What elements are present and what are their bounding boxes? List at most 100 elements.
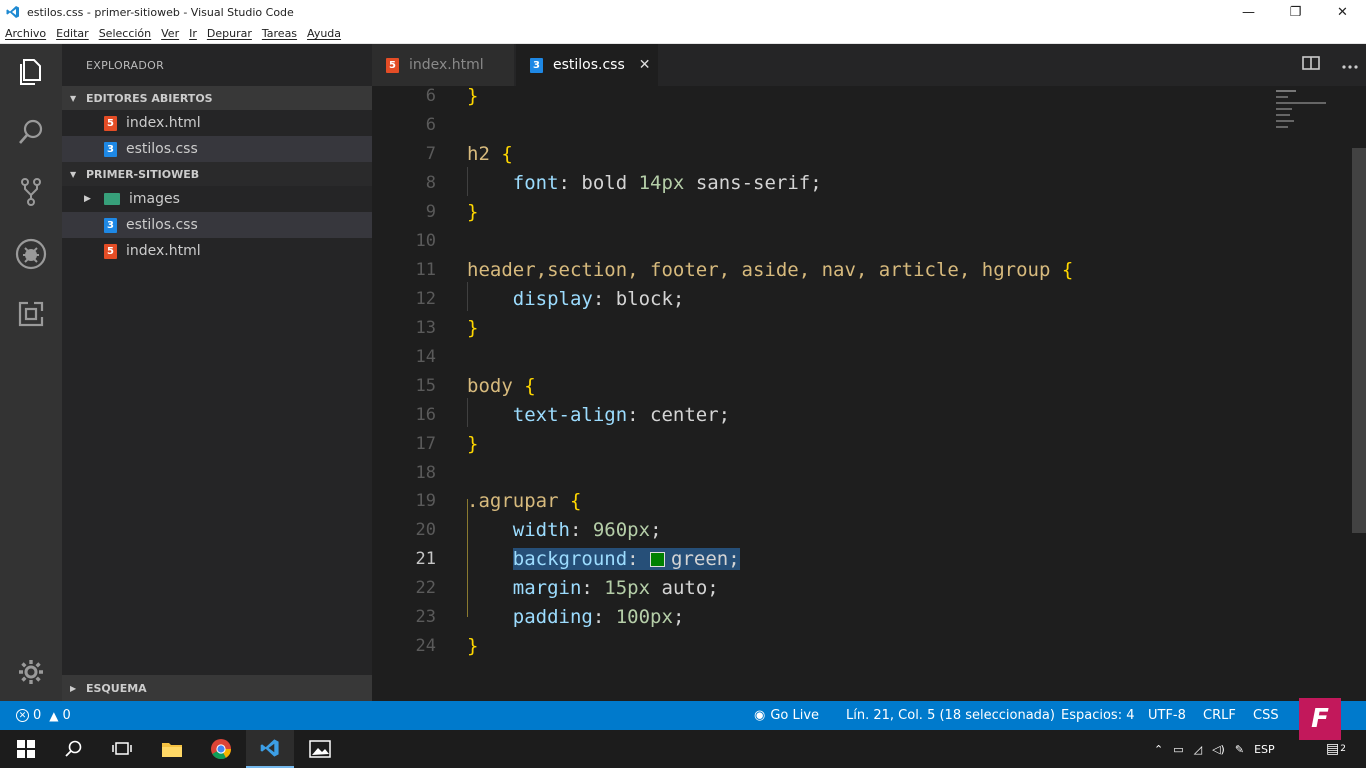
vscode-taskbar-button[interactable] xyxy=(246,730,294,768)
menu-archivo[interactable]: Archivo xyxy=(0,27,51,40)
folder-icon xyxy=(104,193,120,205)
code-text: } xyxy=(467,316,479,339)
code-editor[interactable]: 6} 6 7 h2 { 8 font: bold 14px sans-serif;… xyxy=(372,86,1366,701)
search-button[interactable] xyxy=(0,112,62,152)
open-editors-header[interactable]: ▼ EDITORES ABIERTOS xyxy=(62,86,372,110)
outline-header[interactable]: ▶ ESQUEMA xyxy=(62,675,372,701)
open-editors-label: EDITORES ABIERTOS xyxy=(86,91,213,105)
tab-index-html[interactable]: 5 index.html xyxy=(372,44,514,86)
menu-ver[interactable]: Ver xyxy=(156,27,184,40)
language-mode[interactable]: CSS xyxy=(1253,701,1279,730)
line-number: 8 xyxy=(425,172,436,193)
chrome-button[interactable] xyxy=(197,730,245,768)
minimize-button[interactable]: — xyxy=(1225,0,1272,24)
more-actions-icon[interactable] xyxy=(1342,57,1358,73)
source-control-icon xyxy=(21,178,41,206)
volume-icon[interactable]: ◁) xyxy=(1212,743,1225,756)
tree-item-label: images xyxy=(129,191,180,207)
chevron-up-icon[interactable]: ⌃ xyxy=(1154,743,1163,756)
warning-icon: ▲ xyxy=(49,708,59,723)
pen-icon[interactable]: ✎ xyxy=(1235,743,1244,756)
search-icon xyxy=(19,119,43,144)
file-explorer-button[interactable] xyxy=(148,730,196,768)
code-line: 23 padding: 100px; xyxy=(372,602,1272,631)
activity-bar xyxy=(0,44,62,701)
network-icon[interactable]: ◿ xyxy=(1194,743,1202,756)
line-number: 21 xyxy=(415,548,436,569)
project-header[interactable]: ▼ PRIMER-SITIOWEB xyxy=(62,162,372,186)
line-number: 13 xyxy=(415,317,436,338)
menu-ir[interactable]: Ir xyxy=(184,27,202,40)
photos-button[interactable] xyxy=(296,730,344,768)
code-line: 8 font: bold 14px sans-serif; xyxy=(372,168,1272,197)
code-text: width: 960px; xyxy=(512,518,662,541)
code-text: margin: 15px auto; xyxy=(512,576,719,599)
minimap[interactable] xyxy=(1276,88,1330,136)
open-editor-index-html[interactable]: 5 index.html xyxy=(62,110,372,136)
extensions-button[interactable] xyxy=(0,294,62,334)
status-bar: ✕ 0 ▲ 0 ◉ Go Live Lín. 21, Col. 5 (18 se… xyxy=(0,701,1366,730)
code-line: 18 xyxy=(372,458,1272,487)
editor-tab-bar: 5 index.html 3 estilos.css ✕ xyxy=(372,44,1366,86)
code-line: 19 .agrupar { xyxy=(372,486,1272,515)
menu-seleccion[interactable]: Selección xyxy=(94,27,156,40)
tree-item-label: estilos.css xyxy=(126,217,198,233)
menu-editar[interactable]: Editar xyxy=(51,27,94,40)
line-number: 23 xyxy=(415,606,436,627)
go-live-button[interactable]: ◉ Go Live xyxy=(754,701,819,730)
line-number: 12 xyxy=(415,288,436,309)
error-icon: ✕ xyxy=(16,709,29,722)
title-bar: estilos.css - primer-sitioweb - Visual S… xyxy=(0,0,1366,24)
tab-estilos-css[interactable]: 3 estilos.css ✕ xyxy=(516,44,658,86)
line-number: 6 xyxy=(425,114,436,135)
split-editor-icon[interactable] xyxy=(1302,55,1320,75)
code-text: body { xyxy=(467,374,536,397)
code-text: } xyxy=(467,432,479,455)
photos-icon xyxy=(309,740,331,758)
menu-ayuda[interactable]: Ayuda xyxy=(302,27,346,40)
problems-indicator[interactable]: ✕ 0 ▲ 0 xyxy=(16,701,71,730)
indentation-setting[interactable]: Espacios: 4 xyxy=(1061,701,1134,730)
menu-depurar[interactable]: Depurar xyxy=(202,27,257,40)
code-line: 24} xyxy=(372,631,1272,660)
source-control-button[interactable] xyxy=(0,172,62,212)
task-view-button[interactable] xyxy=(98,730,146,768)
windows-taskbar: ⌃ ▭ ◿ ◁) ✎ ESP ▤ 2 xyxy=(0,730,1366,768)
tree-file-index-html[interactable]: 5 index.html xyxy=(62,238,372,264)
restore-button[interactable]: ❐ xyxy=(1272,0,1319,24)
tree-folder-images[interactable]: ▶ images xyxy=(62,186,372,212)
broadcast-icon: ◉ xyxy=(754,708,766,723)
code-line: 9} xyxy=(372,197,1272,226)
cursor-position[interactable]: Lín. 21, Col. 5 (18 seleccionada) xyxy=(846,701,1055,730)
open-editor-estilos-css[interactable]: 3 estilos.css xyxy=(62,136,372,162)
close-tab-icon[interactable]: ✕ xyxy=(639,57,651,73)
settings-button[interactable] xyxy=(0,652,62,692)
color-swatch-green[interactable] xyxy=(650,551,666,567)
code-line: 20 width: 960px; xyxy=(372,515,1272,544)
code-line: 16 text-align: center; xyxy=(372,400,1272,429)
code-text: } xyxy=(467,86,479,107)
code-line: 13} xyxy=(372,313,1272,342)
project-label: PRIMER-SITIOWEB xyxy=(86,167,200,181)
line-number: 15 xyxy=(415,375,436,396)
vertical-scrollbar[interactable] xyxy=(1352,148,1366,533)
close-window-button[interactable]: ✕ xyxy=(1319,0,1366,24)
line-number: 17 xyxy=(415,433,436,454)
html-file-icon: 5 xyxy=(386,57,399,73)
open-editor-label: index.html xyxy=(126,115,201,131)
files-icon xyxy=(20,59,41,85)
eol-setting[interactable]: CRLF xyxy=(1203,701,1236,730)
encoding-setting[interactable]: UTF-8 xyxy=(1148,701,1186,730)
explorer-button[interactable] xyxy=(0,52,62,92)
menu-tareas[interactable]: Tareas xyxy=(257,27,302,40)
go-live-label: Go Live xyxy=(770,708,820,723)
debug-button[interactable] xyxy=(0,234,62,274)
language-indicator[interactable]: ESP xyxy=(1254,743,1275,756)
tablet-icon[interactable]: ▭ xyxy=(1173,743,1183,756)
code-text: } xyxy=(467,634,479,657)
start-button[interactable] xyxy=(2,730,50,768)
taskbar-search-button[interactable] xyxy=(50,730,98,768)
tree-file-estilos-css[interactable]: 3 estilos.css xyxy=(62,212,372,238)
code-line: 11 header,section, footer, aside, nav, ar… xyxy=(372,255,1272,284)
code-text: header,section, footer, aside, nav, arti… xyxy=(467,258,1074,281)
